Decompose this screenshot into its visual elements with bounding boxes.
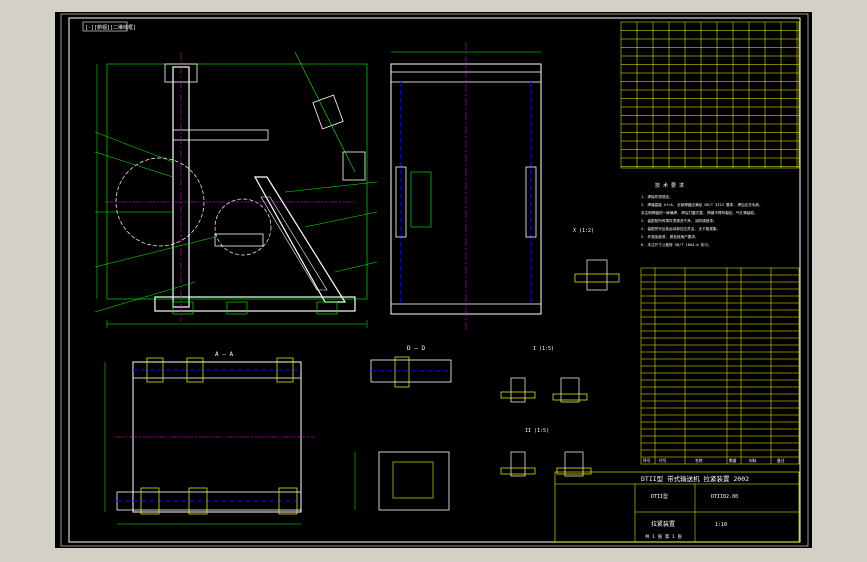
detail-a-body [586,259,608,291]
tech-req-line: 1. 焊接件按规定。 [641,194,673,199]
section-dd-label: D — D [407,345,425,352]
pulley-circle [214,198,272,256]
tech-req-heading: 技 术 要 求 [655,182,684,189]
parts-list-header: 序号 代号 名称 数量 材料 备注 [643,458,785,463]
title-drawing-no: DTII02.00 [711,494,738,500]
base-plate-right [316,301,338,315]
front-view-outline [106,63,368,300]
technical-requirements: 技 术 要 求 1. 焊接件按规定。 2. 焊缝高度 hf=6, 全部焊缝应满足 … [641,182,763,247]
title-part-name: 拉紧装置 [651,520,675,528]
detail-c-body [510,451,526,477]
side-view [390,42,542,332]
title-scale: 1:10 [715,522,727,528]
section-dd-inner [392,461,434,499]
detail-b2-body [560,377,580,403]
detail-views: X (1:2) I (1:5) II (1:5) [500,228,620,477]
tech-req-line: 4. 装配完毕后各运动部位应灵活, 无卡阻现象。 [641,226,720,231]
title-product-code: DTII型 [651,493,668,500]
section-dd-block [378,451,450,511]
tech-req-line: 6. 未注尺寸公差按 GB/T 1804-m 执行。 [641,242,712,247]
slider-block [410,171,432,228]
parts-header-cell: 序号 [643,458,651,463]
viewport-label[interactable]: [-][俯视][二维线框] [85,24,136,31]
tech-req-lines: 1. 焊接件按规定。 2. 焊缝高度 hf=6, 全部焊缝应满足 GB/T 332… [641,194,763,247]
bracket-part [342,151,366,181]
drawing-canvas[interactable]: [-][俯视][二维线框] A — A D — D X (1:2) I (1:5… [55,12,812,548]
parts-header-cell: 数量 [729,458,737,463]
carriage [214,233,264,247]
detail-b2-plate [552,393,588,401]
detail-b-label: I (1:5) [533,346,554,352]
front-dimensions [96,64,368,328]
tech-req-line: 2. 焊缝高度 hf=6, 全部焊缝应满足 GB/T 3323 要求, 焊后应去… [641,202,763,207]
base-plate-left [172,301,194,315]
inclined-frame-inner [260,196,328,291]
upper-right-tables [620,21,800,169]
detail-a-plate [574,273,620,283]
tech-req-line: 3. 装配前所有零件须清洗干净, 涂防锈底漆。 [641,218,717,223]
parts-header-cell: 代号 [659,458,667,463]
drawing-title: DTII型 带式输送机 拉紧装置 2002 [641,474,749,483]
title-block: DTII型 带式输送机 拉紧装置 2002 DTII型 DTII02.00 拉紧… [554,471,800,543]
detail-c2-body [564,451,584,477]
title-sheet: 共 1 张 第 1 张 [645,533,682,540]
vertical-post [172,66,190,308]
section-aa-plates [140,357,298,515]
detail-a-label: X (1:2) [573,228,594,234]
detail-c-label: II (1:5) [525,428,549,434]
parts-list [640,267,800,465]
tech-req-line: 未注明焊缝的一律满焊, 焊后打磨平整, 焊缝不得有裂纹、气孔等缺陷。 [641,210,757,215]
pulley-bracket [312,94,344,130]
parts-header-cell: 名称 [695,458,703,463]
rope-line [294,51,356,173]
inclined-frame-outer [253,176,347,303]
parts-header-cell: 材料 [749,458,757,463]
detail-c2-plate [556,467,592,475]
detail-b-body [510,377,526,403]
section-aa: A — A [104,351,315,525]
detail-b-plate [500,391,536,399]
detail-c-plate [500,467,536,475]
cad-drawing: [-][俯视][二维线框] A — A D — D X (1:2) I (1:5… [60,13,809,547]
section-dd-plate [394,356,410,388]
section-aa-label: A — A [215,351,233,358]
cad-viewport[interactable]: [-][俯视][二维线框] A — A D — D X (1:2) I (1:5… [0,0,867,562]
parts-header-cell: 备注 [777,458,785,463]
section-dd: D — D [354,345,452,511]
cross-beam [172,129,269,141]
front-view [94,51,378,328]
tech-req-line: 5. 外观涂面漆, 颜色按用户要求。 [641,234,699,239]
base-plate-mid [226,301,248,315]
